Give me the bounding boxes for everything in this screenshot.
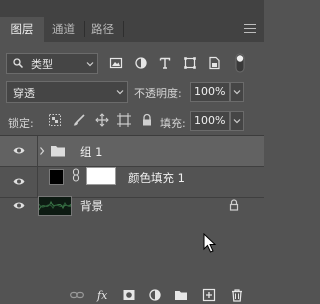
smart-object-filter-icon[interactable] bbox=[207, 56, 221, 70]
tab-bar: 图层 通道 路径 bbox=[0, 0, 264, 42]
link-icon[interactable] bbox=[72, 168, 80, 182]
layer-row-background[interactable]: 背景 bbox=[0, 192, 264, 222]
tab-layers[interactable]: 图层 bbox=[0, 17, 44, 42]
opacity-input[interactable]: 100% bbox=[190, 82, 230, 102]
new-layer-icon[interactable] bbox=[202, 288, 216, 302]
eye-icon bbox=[13, 178, 25, 185]
filter-kind-label: 类型 bbox=[31, 58, 53, 71]
lock-transparent-icon[interactable] bbox=[48, 113, 62, 127]
lock-move-icon[interactable] bbox=[95, 113, 109, 127]
type-filter-icon[interactable] bbox=[158, 56, 172, 70]
fill-label: 填充: bbox=[160, 117, 186, 130]
filter-toggle-icon[interactable] bbox=[233, 53, 247, 73]
fill-dropdown-chevron-icon[interactable] bbox=[230, 111, 244, 131]
layer-name[interactable]: 组 1 bbox=[80, 144, 102, 160]
expand-chevron-icon[interactable] bbox=[38, 146, 46, 156]
adjustment-icon[interactable] bbox=[148, 288, 162, 302]
mask-icon[interactable] bbox=[122, 288, 136, 302]
link-layers-icon[interactable] bbox=[70, 288, 84, 302]
tab-channels[interactable]: 通道 bbox=[52, 17, 80, 42]
background-thumbnail[interactable] bbox=[38, 196, 72, 216]
blend-mode-value: 穿透 bbox=[13, 87, 35, 100]
lock-brush-icon[interactable] bbox=[72, 113, 86, 127]
blend-mode-select[interactable]: 穿透 bbox=[6, 81, 128, 103]
layer-row-group[interactable]: 组 1 bbox=[0, 136, 264, 167]
mouse-cursor-icon bbox=[203, 233, 217, 253]
folder-icon bbox=[51, 146, 65, 157]
layer-name[interactable]: 背景 bbox=[80, 198, 103, 214]
adjustment-filter-icon[interactable] bbox=[134, 56, 148, 70]
chevron-down-icon bbox=[116, 90, 124, 95]
tab-separator bbox=[84, 21, 85, 37]
trash-icon[interactable] bbox=[230, 288, 244, 302]
lock-all-icon[interactable] bbox=[140, 113, 154, 127]
layer-mask-thumbnail[interactable] bbox=[86, 167, 116, 185]
tab-paths[interactable]: 路径 bbox=[91, 17, 119, 42]
fill-input[interactable]: 100% bbox=[190, 111, 230, 131]
opacity-label: 不透明度: bbox=[134, 87, 182, 100]
panel-menu-icon[interactable] bbox=[244, 24, 256, 34]
visibility-toggle[interactable] bbox=[0, 136, 38, 166]
new-group-icon[interactable] bbox=[174, 288, 188, 302]
opacity-dropdown-chevron-icon[interactable] bbox=[230, 82, 244, 102]
shape-filter-icon[interactable] bbox=[183, 56, 197, 70]
fill-color-thumbnail[interactable] bbox=[49, 169, 64, 185]
lock-artboard-icon[interactable] bbox=[117, 113, 131, 127]
lock-icon bbox=[229, 199, 239, 211]
filter-kind-select[interactable]: 类型 bbox=[6, 53, 98, 74]
visibility-toggle[interactable] bbox=[0, 192, 38, 221]
tab-separator bbox=[123, 21, 124, 37]
eye-icon bbox=[13, 202, 25, 209]
layer-name[interactable]: 颜色填充 1 bbox=[128, 170, 185, 186]
layers-panel: 图层 通道 路径 类型 穿透 不透明度: 100% 锁定: 填充: 100% 组… bbox=[0, 0, 264, 304]
svg-text:fx: fx bbox=[96, 289, 108, 302]
fx-icon[interactable]: fx bbox=[96, 288, 112, 302]
pixel-filter-icon[interactable] bbox=[109, 56, 123, 70]
search-icon bbox=[13, 58, 23, 68]
lock-label: 锁定: bbox=[8, 117, 34, 130]
eye-icon bbox=[13, 147, 25, 154]
chevron-down-icon bbox=[86, 62, 94, 67]
